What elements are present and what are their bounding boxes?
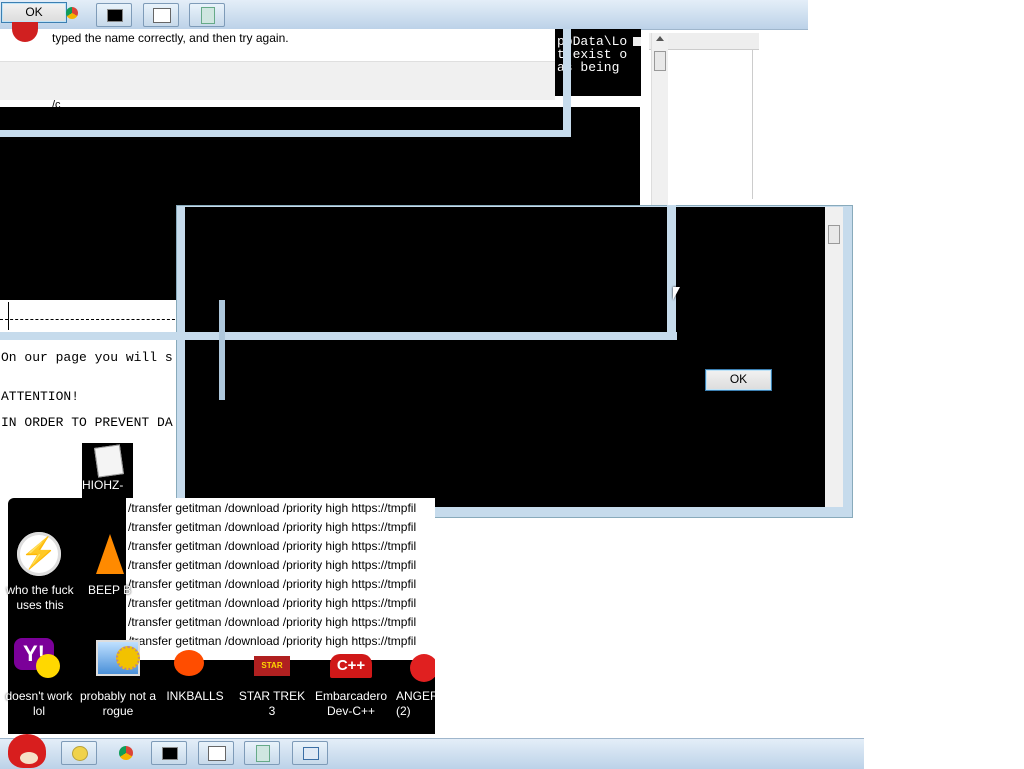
window-frame-horizontal (0, 332, 677, 340)
notepad-icon (201, 7, 215, 24)
console-scroll-cap (633, 37, 641, 46)
ransom-line-1: On our page you will s (1, 350, 173, 365)
desktop-icon-label: INKBALLS (166, 689, 224, 703)
command-line: /transfer getitman /download /priority h… (128, 518, 434, 537)
command-line: /transfer getitman /download /priority h… (128, 613, 434, 632)
file-icon[interactable]: HIOHZ- (82, 443, 133, 498)
window-frame-vertical (667, 205, 676, 340)
mouse-cursor-icon (673, 287, 680, 300)
start-angry-bird-icon[interactable] (8, 734, 46, 768)
window-taskbar-button[interactable] (292, 741, 328, 765)
cmd-taskbar-button[interactable] (151, 741, 187, 765)
bird-belly (20, 752, 38, 764)
text-cursor-bar (8, 302, 9, 330)
notepad-taskbar-button[interactable] (244, 741, 280, 765)
vlc-cone-icon (96, 534, 124, 574)
notepad-icon (256, 745, 270, 762)
str-icon (208, 746, 226, 761)
file-icon-label: HIOHZ- (82, 478, 124, 492)
command-line: /transfer getitman /download /priority h… (128, 575, 434, 594)
str-taskbar-button[interactable] (143, 3, 179, 27)
desktop-icon-label: Embarcadero Dev-C++ (314, 689, 388, 718)
angry-bird-icon (410, 654, 435, 682)
desktop-icon[interactable]: ⚡ who the fuck uses this (6, 530, 74, 612)
modal-ok-button[interactable]: OK (705, 369, 772, 391)
ransom-line-3: IN ORDER TO PREVENT DA (1, 415, 173, 430)
scroll-thumb[interactable] (654, 51, 666, 71)
desktop-icon-label: probably not a rogue (79, 689, 157, 718)
desktop-icon[interactable]: C++ Embarcadero Dev-C++ (312, 636, 390, 720)
error-message: typed the name correctly, and then try a… (52, 31, 289, 45)
desktop-icon[interactable]: STAR STAR TREK 3 (234, 636, 310, 720)
cmd-icon (162, 747, 178, 760)
desktop-icon-label: BEEP B (88, 583, 132, 597)
command-line: /transfer getitman /download /priority h… (128, 499, 434, 518)
window-frame-top (0, 130, 571, 137)
smiley-icon (36, 654, 60, 678)
str-icon (153, 8, 171, 23)
chrome-icon (119, 746, 133, 760)
gear-icon (116, 646, 140, 670)
ink-ball-icon (174, 650, 204, 676)
star-wars-icon: STAR (254, 656, 290, 676)
top-ok-button[interactable]: OK (1, 2, 67, 23)
desktop-icon-label: STAR TREK 3 (238, 689, 306, 718)
chrome-taskbar-button[interactable] (108, 741, 144, 765)
error-dialog-footer (0, 61, 555, 100)
modal-scrollbar[interactable] (825, 207, 843, 507)
cpp-icon: C++ (330, 654, 372, 678)
command-line: /transfer getitman /download /priority h… (128, 556, 434, 575)
desktop-icon[interactable]: Y! doesn't work lol (4, 636, 74, 720)
explorer-taskbar-button[interactable] (61, 741, 97, 765)
cmd-icon (107, 9, 123, 22)
desktop-icon[interactable]: INKBALLS (160, 636, 230, 720)
document-icon (94, 444, 124, 478)
notepad-taskbar-button[interactable] (189, 3, 225, 27)
dashed-line (0, 319, 180, 320)
modal-scroll-thumb[interactable] (828, 225, 840, 244)
desktop-icon-label: who the fuck uses this (6, 583, 74, 612)
desktop-icon[interactable]: probably not a rogue (78, 636, 158, 720)
desktop-icon[interactable]: BEEP B (84, 530, 131, 610)
str-taskbar-button[interactable] (198, 741, 234, 765)
window-icon (303, 747, 319, 760)
command-line: /transfer getitman /download /priority h… (128, 537, 434, 556)
command-line: /transfer getitman /download /priority h… (128, 594, 434, 613)
right-divider (752, 49, 753, 199)
explorer-icon (72, 746, 88, 761)
desktop-icon[interactable]: ANGER (2) (392, 636, 435, 720)
splitter-bar[interactable] (219, 300, 225, 400)
cmd-taskbar-button[interactable] (96, 3, 132, 27)
window-frame-right (563, 29, 571, 137)
desktop-icon-label: ANGER (2) (396, 689, 435, 718)
ransom-line-2: ATTENTION! (1, 389, 80, 404)
modal-body (185, 207, 825, 507)
scroll-up-arrow[interactable] (656, 36, 664, 41)
chrome-icon[interactable] (66, 7, 78, 19)
bolt-icon: ⚡ (17, 532, 61, 576)
desktop-icon-label: doesn't work lol (5, 689, 73, 718)
